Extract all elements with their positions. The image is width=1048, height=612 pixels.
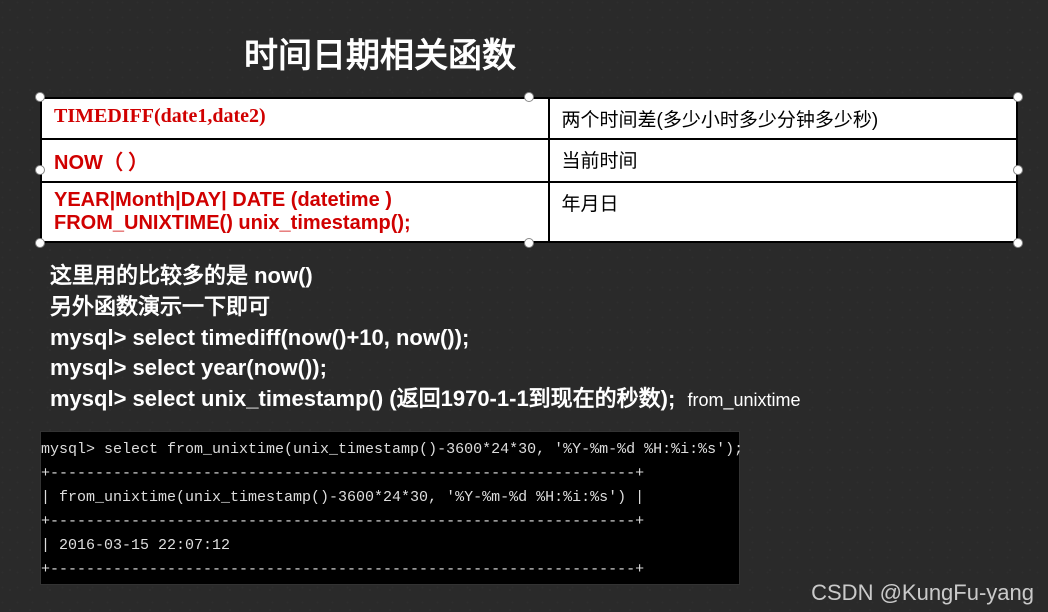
slide-title: 时间日期相关函数 <box>180 0 580 97</box>
desc-cell-now: 当前时间 <box>549 139 1017 182</box>
watermark: CSDN @KungFu-yang <box>811 580 1034 606</box>
function-table: TIMEDIFF(date1,date2) 两个时间差(多少小时多少分钟多少秒)… <box>40 97 1018 243</box>
function-table-container: TIMEDIFF(date1,date2) 两个时间差(多少小时多少分钟多少秒)… <box>40 97 1018 243</box>
notes-block: 这里用的比较多的是 now() 另外函数演示一下即可 mysql> select… <box>0 243 1048 423</box>
terminal-divider: +---------------------------------------… <box>41 558 731 582</box>
fn-cell-year-unixtime: YEAR|Month|DAY| DATE (datetime ) FROM_UN… <box>41 182 549 242</box>
selection-handle-icon[interactable] <box>35 92 45 102</box>
fn-cell-timediff: TIMEDIFF(date1,date2) <box>41 98 549 139</box>
terminal-line: | 2016-03-15 22:07:12 <box>41 534 731 558</box>
note-line-trail: from_unixtime <box>687 390 800 410</box>
selection-handle-icon[interactable] <box>35 165 45 175</box>
selection-handle-icon[interactable] <box>524 92 534 102</box>
terminal-divider: +---------------------------------------… <box>41 462 731 486</box>
selection-handle-icon[interactable] <box>1013 92 1023 102</box>
note-line: mysql> select year(now()); <box>50 353 1018 384</box>
note-line: 另外函数演示一下即可 <box>50 292 1018 323</box>
terminal-line: | from_unixtime(unix_timestamp()-3600*24… <box>41 486 731 510</box>
desc-cell-year: 年月日 <box>549 182 1017 242</box>
terminal-divider: +---------------------------------------… <box>41 510 731 534</box>
table-row: NOW（ ） 当前时间 <box>41 139 1017 182</box>
table-row: TIMEDIFF(date1,date2) 两个时间差(多少小时多少分钟多少秒) <box>41 98 1017 139</box>
note-line: 这里用的比较多的是 now() <box>50 261 1018 292</box>
selection-handle-icon[interactable] <box>35 238 45 248</box>
note-line: mysql> select timediff(now()+10, now()); <box>50 323 1018 354</box>
terminal-output: mysql> select from_unixtime(unix_timesta… <box>40 431 740 585</box>
selection-handle-icon[interactable] <box>1013 238 1023 248</box>
fn-cell-now: NOW（ ） <box>41 139 549 182</box>
selection-handle-icon[interactable] <box>1013 165 1023 175</box>
note-line: mysql> select unix_timestamp() (返回1970-1… <box>50 384 1018 415</box>
terminal-line: mysql> select from_unixtime(unix_timesta… <box>41 438 731 462</box>
selection-handle-icon[interactable] <box>524 238 534 248</box>
note-line-main: mysql> select unix_timestamp() (返回1970-1… <box>50 386 675 411</box>
desc-cell-timediff: 两个时间差(多少小时多少分钟多少秒) <box>549 98 1017 139</box>
table-row: YEAR|Month|DAY| DATE (datetime ) FROM_UN… <box>41 182 1017 242</box>
